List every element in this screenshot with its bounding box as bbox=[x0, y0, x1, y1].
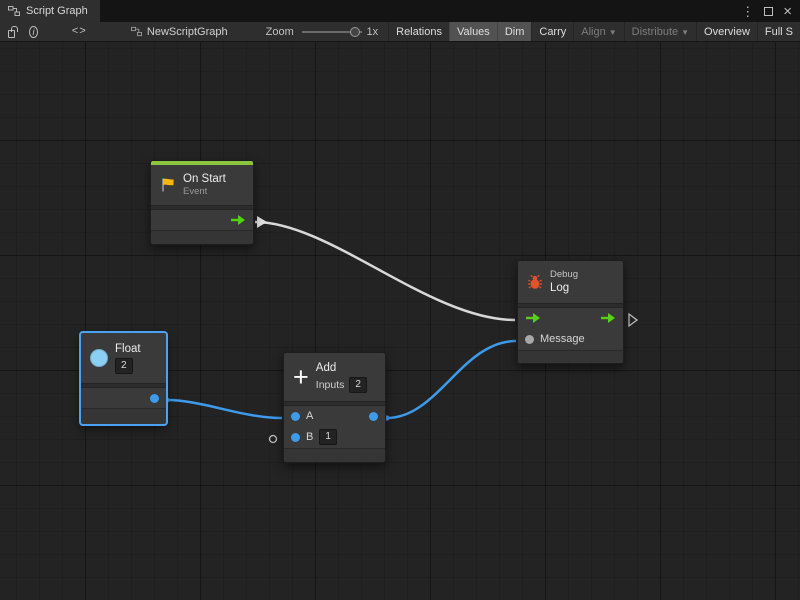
graph-asset-icon bbox=[131, 26, 142, 37]
dim-label: Dim bbox=[505, 26, 525, 38]
message-port-label: Message bbox=[540, 333, 585, 345]
fullscreen-button[interactable]: Full S bbox=[757, 22, 800, 41]
float-output-port[interactable] bbox=[150, 394, 159, 403]
fullscreen-label: Full S bbox=[765, 26, 793, 38]
node-float-literal[interactable]: Float 2 bbox=[80, 332, 167, 425]
values-label: Values bbox=[457, 26, 490, 38]
zoom-knob[interactable] bbox=[350, 27, 360, 37]
node-footer bbox=[81, 408, 166, 424]
add-input-b-port[interactable] bbox=[291, 433, 300, 442]
wire-float-to-add-a[interactable] bbox=[167, 400, 282, 418]
wire-onstart-to-log[interactable] bbox=[255, 222, 515, 320]
message-input-port[interactable] bbox=[525, 335, 534, 344]
add-input-b-label: B bbox=[306, 431, 313, 443]
graph-canvas[interactable]: On Start Event bbox=[0, 42, 800, 600]
graph-name[interactable]: NewScriptGraph bbox=[131, 26, 228, 38]
plus-icon: + bbox=[293, 365, 309, 389]
tab-bar: Script Graph ⋮ × bbox=[0, 0, 800, 22]
values-button[interactable]: Values bbox=[449, 22, 497, 41]
inputs-count-field[interactable]: 2 bbox=[349, 377, 367, 393]
overview-label: Overview bbox=[704, 26, 750, 38]
bug-icon bbox=[527, 274, 543, 290]
close-icon[interactable]: × bbox=[783, 4, 792, 19]
script-graph-icon bbox=[8, 5, 20, 17]
flow-output-port[interactable] bbox=[600, 312, 616, 324]
chevron-down-icon: ▼ bbox=[681, 28, 689, 37]
node-title: Log bbox=[550, 281, 578, 295]
graph-name-label: NewScriptGraph bbox=[147, 26, 228, 38]
carry-label: Carry bbox=[539, 26, 566, 38]
tab-title: Script Graph bbox=[26, 5, 88, 17]
code-icon[interactable]: <> bbox=[72, 26, 87, 38]
log-output-socket[interactable] bbox=[629, 314, 637, 326]
node-subtitle: Event bbox=[183, 186, 226, 198]
kebab-menu-icon[interactable]: ⋮ bbox=[741, 5, 754, 18]
wire-add-to-log-message[interactable] bbox=[387, 341, 516, 418]
graph-toolbar: i <> NewScriptGraph Zoom 1x Relations Va… bbox=[0, 22, 800, 42]
zoom-value: 1x bbox=[367, 26, 379, 38]
node-on-start-event[interactable]: On Start Event bbox=[150, 160, 254, 245]
flag-icon bbox=[160, 177, 176, 193]
node-footer bbox=[518, 350, 623, 363]
add-output-port[interactable] bbox=[369, 412, 378, 421]
maximize-icon[interactable] bbox=[764, 7, 773, 16]
tab-script-graph[interactable]: Script Graph bbox=[0, 0, 100, 22]
flow-input-port[interactable] bbox=[525, 312, 541, 324]
add-b-input-socket[interactable] bbox=[270, 436, 277, 443]
inputs-label: Inputs bbox=[316, 379, 345, 392]
carry-button[interactable]: Carry bbox=[531, 22, 573, 41]
add-b-value-field[interactable]: 1 bbox=[319, 429, 337, 445]
node-title: Add bbox=[316, 361, 367, 375]
overview-button[interactable]: Overview bbox=[696, 22, 757, 41]
add-input-a-port[interactable] bbox=[291, 412, 300, 421]
flow-output-port[interactable] bbox=[230, 214, 246, 226]
node-title: On Start bbox=[183, 172, 226, 186]
dim-button[interactable]: Dim bbox=[497, 22, 532, 41]
relations-label: Relations bbox=[396, 26, 442, 38]
toolbar-buttons: Relations Values Dim Carry Align ▼ Distri… bbox=[388, 22, 800, 41]
node-add[interactable]: + Add Inputs 2 A B 1 bbox=[283, 352, 386, 463]
zoom-slider[interactable] bbox=[302, 26, 362, 38]
distribute-label: Distribute bbox=[632, 26, 678, 38]
align-label: Align bbox=[581, 26, 605, 38]
chevron-down-icon: ▼ bbox=[609, 28, 617, 37]
node-footer bbox=[284, 448, 385, 462]
node-footer bbox=[151, 230, 253, 244]
relations-button[interactable]: Relations bbox=[388, 22, 449, 41]
float-type-icon bbox=[90, 349, 108, 367]
float-value-field[interactable]: 2 bbox=[115, 358, 133, 374]
wires-layer bbox=[0, 42, 800, 600]
zoom-label: Zoom bbox=[266, 26, 294, 38]
wire-start-arrow-icon bbox=[257, 216, 267, 228]
unity-script-graph-window: Script Graph ⋮ × i <> NewScriptGraph Zoo… bbox=[0, 0, 800, 600]
distribute-button: Distribute▼ bbox=[624, 22, 696, 41]
node-type-label: Debug bbox=[550, 269, 578, 281]
lock-icon[interactable] bbox=[8, 30, 15, 38]
info-icon[interactable]: i bbox=[29, 26, 38, 38]
align-button: Align ▼ bbox=[573, 22, 623, 41]
add-input-a-label: A bbox=[306, 410, 313, 422]
node-debug-log[interactable]: Debug Log Message bbox=[517, 260, 624, 364]
node-title: Float bbox=[115, 342, 141, 356]
